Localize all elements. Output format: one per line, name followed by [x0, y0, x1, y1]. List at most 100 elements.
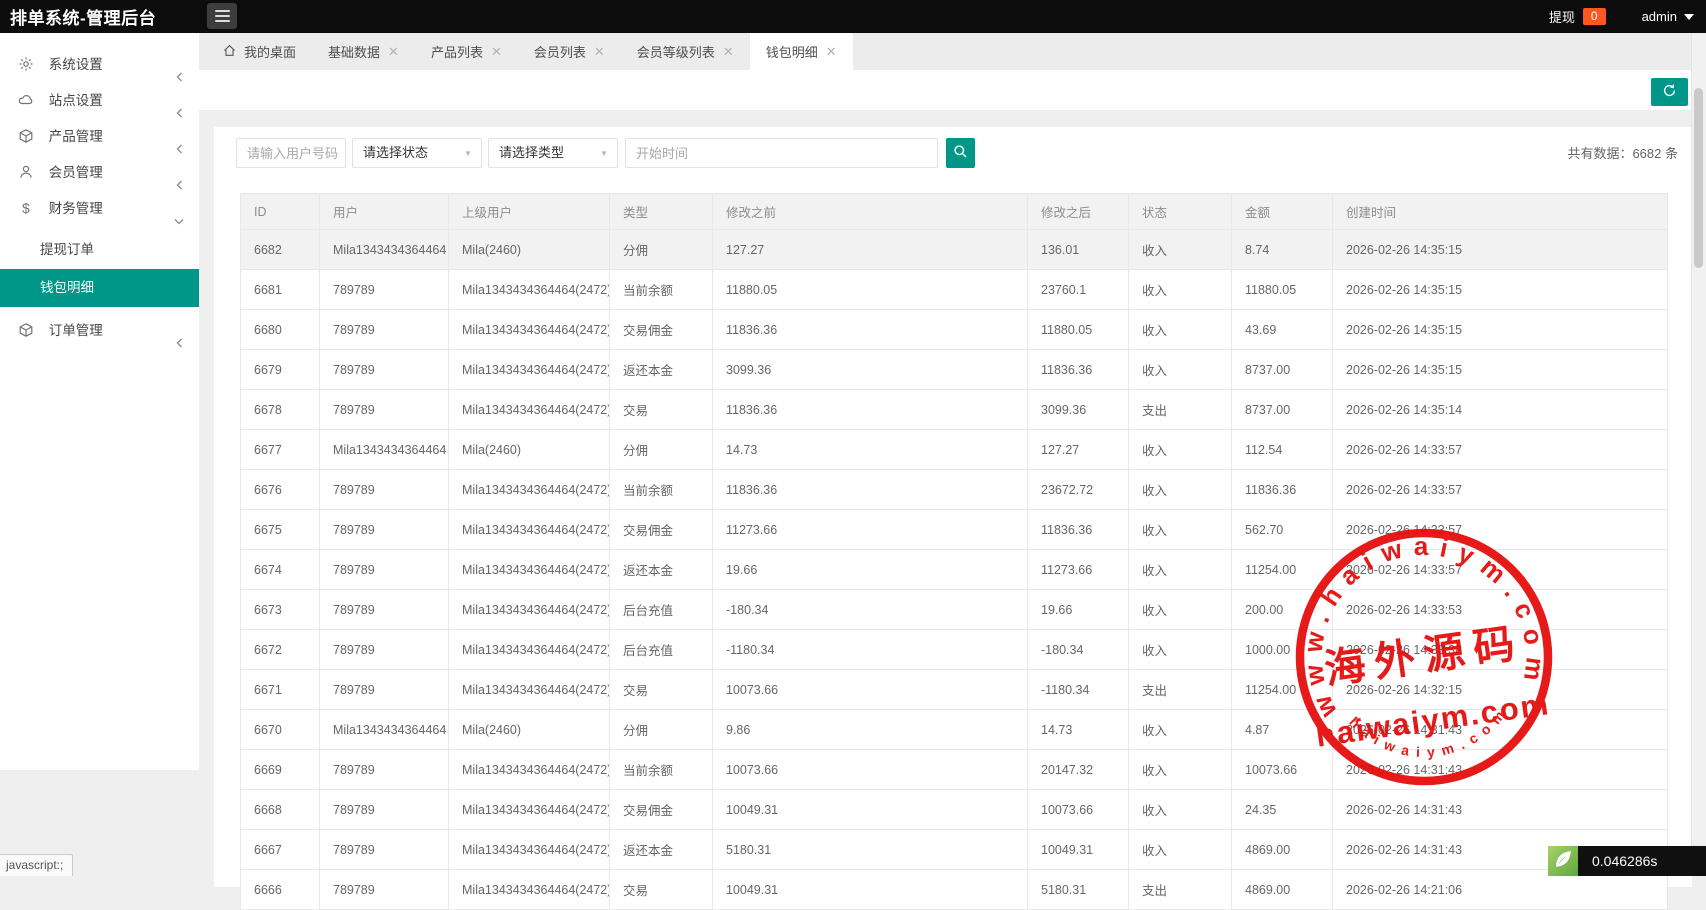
table-cell: 收入	[1128, 469, 1232, 510]
member-icon	[18, 158, 35, 194]
tab-product-list[interactable]: 产品列表 ✕	[415, 33, 518, 70]
table-row[interactable]: 6672 789789 Mila1343434364464(2472) 后台充值 -11…	[240, 629, 1668, 670]
close-icon[interactable]: ✕	[594, 45, 605, 58]
table-cell: 2026-02-26 14:33:53	[1332, 589, 1668, 630]
close-icon[interactable]: ✕	[826, 45, 837, 58]
table-row[interactable]: 6676 789789 Mila1343434364464(2472) 当前余额 118…	[240, 469, 1668, 510]
start-time-input[interactable]	[625, 138, 938, 168]
trace-toggle[interactable]	[1548, 846, 1578, 876]
user-number-input[interactable]	[236, 138, 346, 168]
tab-member-level-list[interactable]: 会员等级列表 ✕	[621, 33, 750, 70]
sidebar-item-finance-management[interactable]: $ 财务管理	[0, 191, 199, 227]
withdraw-shortcut[interactable]: 提现 0	[1549, 7, 1606, 26]
product-icon	[18, 122, 35, 158]
table-cell: 收入	[1128, 349, 1232, 390]
finance-icon: $	[18, 194, 35, 230]
table-row[interactable]: 6673 789789 Mila1343434364464(2472) 后台充值 -18…	[240, 589, 1668, 630]
menu-toggle-button[interactable]	[207, 3, 237, 29]
column-header: ID	[240, 193, 320, 230]
table-row[interactable]: 6679 789789 Mila1343434364464(2472) 返还本金 309…	[240, 349, 1668, 390]
sidebar-item-wallet-details[interactable]: 钱包明细	[0, 269, 199, 307]
table-cell: Mila1343434364464(2472)	[448, 269, 610, 310]
table-cell: 收入	[1128, 829, 1232, 870]
sidebar-item-order-management[interactable]: 订单管理	[0, 313, 199, 349]
table-row[interactable]: 6678 789789 Mila1343434364464(2472) 交易 11836…	[240, 389, 1668, 430]
table-cell: 交易佣金	[609, 309, 713, 350]
table-cell: 收入	[1128, 309, 1232, 350]
leaf-icon	[1552, 848, 1574, 875]
table-row[interactable]: 6669 789789 Mila1343434364464(2472) 当前余额 100…	[240, 749, 1668, 790]
table-row[interactable]: 6682 Mila1343434364464 Mila(2460) 分佣 127.27 1…	[240, 229, 1668, 270]
column-header: 金额	[1231, 193, 1333, 230]
table-cell: 11880.05	[1231, 269, 1333, 310]
table-cell: 789789	[319, 509, 449, 550]
table-row[interactable]: 6681 789789 Mila1343434364464(2472) 当前余额 118…	[240, 269, 1668, 310]
table-row[interactable]: 6680 789789 Mila1343434364464(2472) 交易佣金 118…	[240, 309, 1668, 350]
user-menu[interactable]: admin	[1642, 9, 1694, 24]
table-row[interactable]: 6671 789789 Mila1343434364464(2472) 交易 10073…	[240, 669, 1668, 710]
sidebar-item-product-management[interactable]: 产品管理	[0, 119, 199, 155]
table-cell: 19.66	[712, 549, 1028, 590]
refresh-icon	[1662, 83, 1677, 101]
table-cell: 8737.00	[1231, 349, 1333, 390]
table-cell: Mila1343434364464(2472)	[448, 309, 610, 350]
chevron-left-icon	[175, 326, 184, 362]
table-cell: 6668	[240, 789, 320, 830]
table-cell: 收入	[1128, 429, 1232, 470]
table-row[interactable]: 6667 789789 Mila1343434364464(2472) 返还本金 518…	[240, 829, 1668, 870]
table-cell: 11880.05	[712, 269, 1028, 310]
table-cell: 10073.66	[712, 669, 1028, 710]
tab-member-list[interactable]: 会员列表 ✕	[518, 33, 621, 70]
status-select[interactable]: 请选择状态 ▼	[352, 138, 482, 168]
table-cell: 交易佣金	[609, 509, 713, 550]
close-icon[interactable]: ✕	[388, 45, 399, 58]
table-cell: 19.66	[1027, 589, 1129, 630]
sidebar-item-member-management[interactable]: 会员管理	[0, 155, 199, 191]
dropdown-arrow-icon: ▼	[600, 149, 608, 158]
table-cell: 6670	[240, 709, 320, 750]
table-cell: 200.00	[1231, 589, 1333, 630]
table-cell: 当前余额	[609, 749, 713, 790]
table-cell: 6674	[240, 549, 320, 590]
table-row[interactable]: 6670 Mila1343434364464 Mila(2460) 分佣 9.86 14.…	[240, 709, 1668, 750]
table-cell: 789789	[319, 829, 449, 870]
table-cell: 11254.00	[1231, 549, 1333, 590]
scrollbar-thumb[interactable]	[1694, 88, 1703, 268]
table-cell: Mila1343434364464(2472)	[448, 509, 610, 550]
refresh-button[interactable]	[1651, 78, 1688, 106]
table-cell: 789789	[319, 669, 449, 710]
column-header: 上级用户	[448, 193, 610, 230]
table-cell: 2026-02-26 14:35:15	[1332, 309, 1668, 350]
withdraw-label: 提现	[1548, 10, 1575, 25]
table-cell: 8737.00	[1231, 389, 1333, 430]
table-cell: Mila(2460)	[448, 229, 610, 270]
table-cell: 11836.36	[1027, 509, 1129, 550]
sidebar-item-withdraw-orders[interactable]: 提现订单	[0, 231, 199, 269]
close-icon[interactable]: ✕	[723, 45, 734, 58]
table-cell: 6676	[240, 469, 320, 510]
tab-wallet-details[interactable]: 钱包明细 ✕	[749, 33, 853, 70]
table-cell: Mila1343434364464(2472)	[448, 549, 610, 590]
table-cell: 2026-02-26 14:33:57	[1332, 469, 1668, 510]
table-cell: 23672.72	[1027, 469, 1129, 510]
tab-basic-data[interactable]: 基础数据 ✕	[312, 33, 415, 70]
table-row[interactable]: 6675 789789 Mila1343434364464(2472) 交易佣金 112…	[240, 509, 1668, 550]
table-cell: Mila(2460)	[448, 709, 610, 750]
sidebar-item-system-settings[interactable]: 系统设置	[0, 47, 199, 83]
table-cell: 11836.36	[712, 469, 1028, 510]
search-icon	[953, 144, 968, 162]
table-cell: Mila1343434364464(2472)	[448, 389, 610, 430]
table-row[interactable]: 6668 789789 Mila1343434364464(2472) 交易佣金 100…	[240, 789, 1668, 830]
vertical-scrollbar[interactable]	[1691, 33, 1706, 876]
sidebar-item-site-settings[interactable]: 站点设置	[0, 83, 199, 119]
search-button[interactable]	[946, 138, 975, 168]
table-row[interactable]: 6674 789789 Mila1343434364464(2472) 返还本金 19.…	[240, 549, 1668, 590]
finance-submenu: 提现订单 钱包明细	[0, 231, 199, 307]
close-icon[interactable]: ✕	[491, 45, 502, 58]
table-row[interactable]: 6677 Mila1343434364464 Mila(2460) 分佣 14.73 12…	[240, 429, 1668, 470]
type-select[interactable]: 请选择类型 ▼	[488, 138, 618, 168]
wallet-details-panel: 请选择状态 ▼ 请选择类型 ▼ 共有数据：6682 条 ID用户上级用户类型修改…	[214, 127, 1692, 910]
table-cell: 789789	[319, 549, 449, 590]
tab-my-desktop[interactable]: 我的桌面	[207, 33, 312, 70]
table-cell: 789789	[319, 269, 449, 310]
